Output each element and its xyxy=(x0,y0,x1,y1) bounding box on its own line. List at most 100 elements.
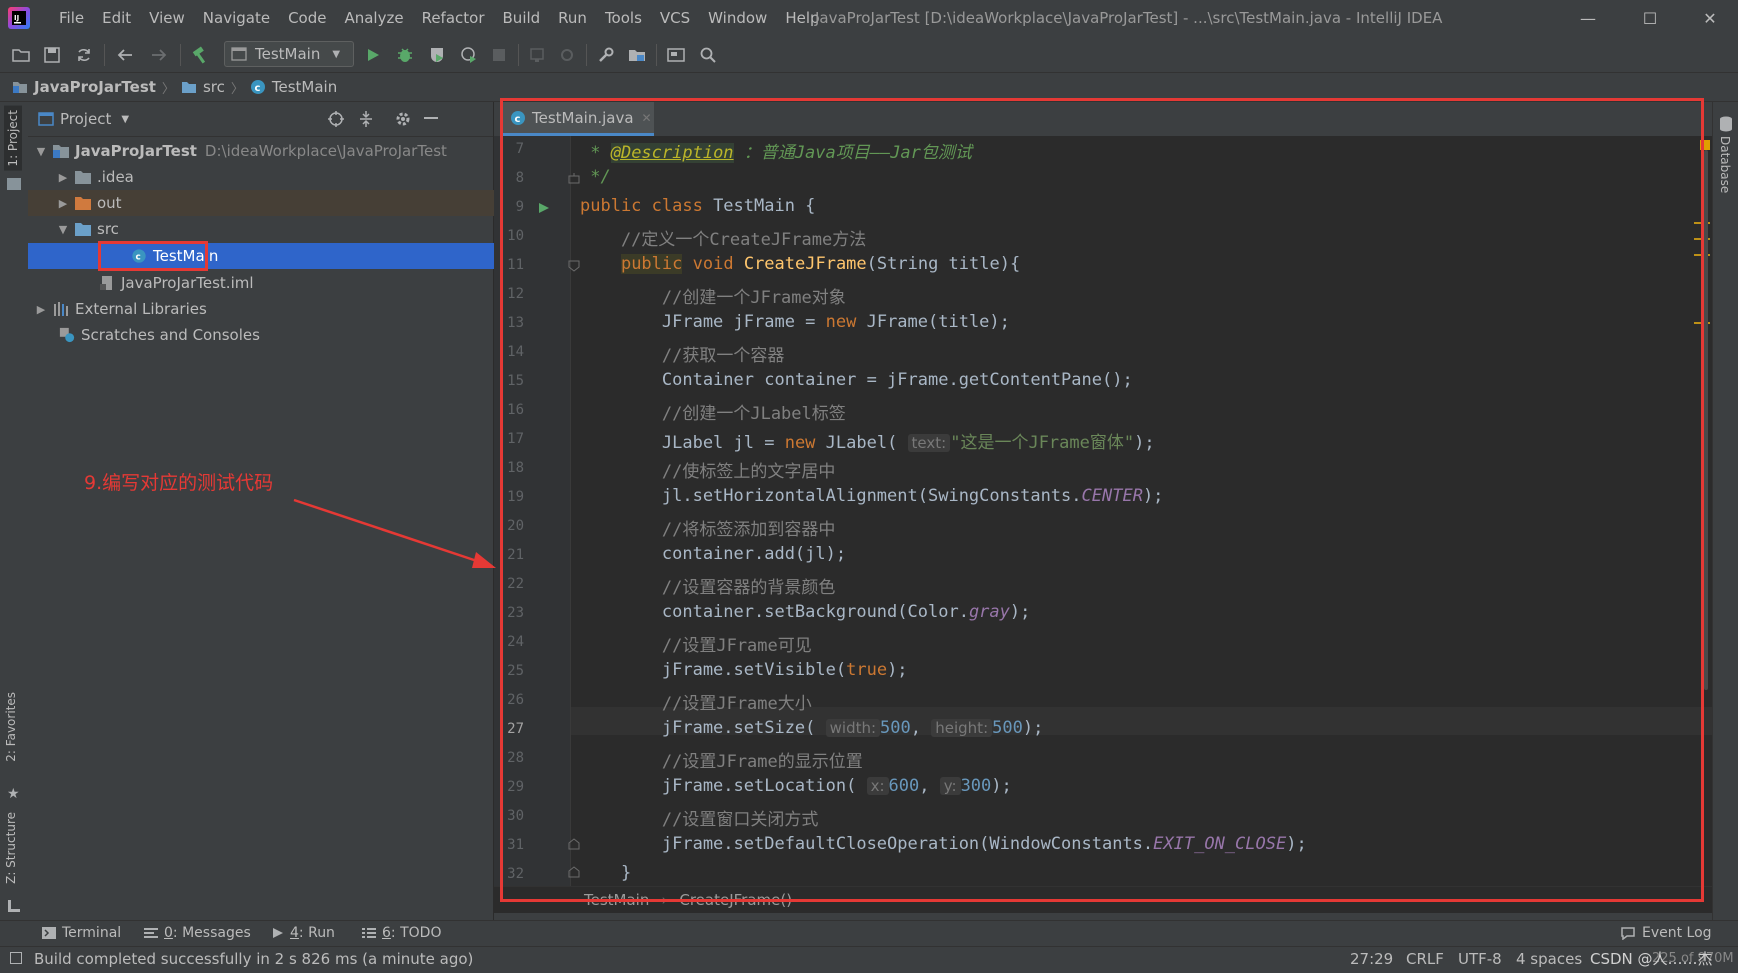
line-separator[interactable]: CRLF xyxy=(1406,946,1444,972)
messages-tool-tab[interactable]: 0: Messages xyxy=(144,920,251,946)
right-tool-stripe: Database xyxy=(1712,102,1738,920)
source-folder-icon xyxy=(75,223,91,236)
minimize-button[interactable]: — xyxy=(1560,0,1616,36)
menu-analyze[interactable]: Analyze xyxy=(335,9,412,27)
run-configuration-dropdown[interactable]: TestMain ▼ xyxy=(224,41,354,67)
scratches-icon xyxy=(59,327,75,343)
run-icon[interactable] xyxy=(362,44,384,66)
breadcrumb-project-label: JavaProJarTest xyxy=(34,78,156,96)
search-icon[interactable] xyxy=(697,44,719,66)
tree-item-iml[interactable]: JavaProJarTest.iml xyxy=(28,270,565,296)
menu-code[interactable]: Code xyxy=(279,9,335,27)
event-log-label: Event Log xyxy=(1642,925,1712,941)
excluded-folder-icon xyxy=(75,197,91,210)
menu-refactor[interactable]: Refactor xyxy=(413,9,494,27)
settings-wrench-icon[interactable] xyxy=(595,44,617,66)
tree-item-label: out xyxy=(97,194,122,212)
tree-item-out[interactable]: ▶ out xyxy=(28,190,521,216)
tree-item-external-libraries[interactable]: ▶ External Libraries xyxy=(28,296,499,322)
source-folder-icon xyxy=(181,81,196,93)
menu-run[interactable]: Run xyxy=(549,9,596,27)
project-structure-icon[interactable] xyxy=(626,44,648,66)
annotation-highlight-box xyxy=(500,98,1704,902)
breadcrumb-separator: 〉 xyxy=(230,81,244,97)
breadcrumb-testmain[interactable]: c TestMain xyxy=(250,78,337,96)
build-hammer-icon[interactable] xyxy=(189,44,211,66)
presentation-mode-icon[interactable] xyxy=(665,44,687,66)
chevron-down-icon: ▼ xyxy=(121,113,130,125)
menu-window[interactable]: Window xyxy=(699,9,776,27)
menu-tools[interactable]: Tools xyxy=(596,9,651,27)
svg-text:IJ: IJ xyxy=(14,14,19,22)
menu-edit[interactable]: Edit xyxy=(93,9,140,27)
file-encoding[interactable]: UTF-8 xyxy=(1458,946,1502,972)
run-tool-tab[interactable]: 4: Run xyxy=(272,920,335,946)
save-all-icon[interactable] xyxy=(41,44,63,66)
menu-navigate[interactable]: Navigate xyxy=(194,9,279,27)
locate-target-icon[interactable] xyxy=(327,110,345,128)
terminal-icon xyxy=(42,927,56,939)
run-shortcut-key: 4 xyxy=(290,925,299,941)
menu-build[interactable]: Build xyxy=(494,9,550,27)
menu-file[interactable]: File xyxy=(50,9,93,27)
main-menu: File Edit View Navigate Code Analyze Ref… xyxy=(50,0,829,36)
forward-arrow-icon[interactable] xyxy=(148,44,170,66)
bottom-tool-tabs xyxy=(0,920,1738,947)
collapsed-arrow-icon: ▶ xyxy=(58,196,68,210)
collapse-all-icon[interactable] xyxy=(358,110,374,128)
database-tool-tab[interactable]: Database xyxy=(1718,136,1732,193)
menu-view[interactable]: View xyxy=(140,9,194,27)
gear-icon[interactable] xyxy=(394,110,412,128)
project-folder-icon xyxy=(13,82,27,93)
project-tool-tab-label: 1: Project xyxy=(6,110,20,167)
tree-item-idea[interactable]: ▶ .idea xyxy=(28,164,521,190)
structure-tool-tab[interactable]: Z: Structure xyxy=(4,812,18,884)
maximize-button[interactable]: ☐ xyxy=(1622,0,1678,36)
breadcrumb-src[interactable]: src xyxy=(181,78,225,96)
caret-position[interactable]: 27:29 xyxy=(1350,946,1393,972)
terminal-tool-tab[interactable]: Terminal xyxy=(42,920,121,946)
event-log-tool-tab[interactable]: Event Log xyxy=(1620,920,1712,946)
tree-item-project-root[interactable]: ▼ JavaProJarTest D:\ideaWorkplace\JavaPr… xyxy=(28,138,499,164)
menu-vcs[interactable]: VCS xyxy=(651,9,699,27)
tree-item-label: External Libraries xyxy=(75,300,207,318)
status-message[interactable]: Build completed successfully in 2 s 826 … xyxy=(34,946,473,972)
close-button[interactable]: ✕ xyxy=(1682,0,1738,36)
minimize-panel-icon[interactable] xyxy=(424,117,438,119)
breadcrumb-testmain-label: TestMain xyxy=(271,78,338,96)
profile-icon[interactable] xyxy=(458,44,480,66)
tree-item-label: Scratches and Consoles xyxy=(81,326,260,344)
breadcrumb-separator: 〉 xyxy=(161,81,175,97)
tree-item-scratches[interactable]: Scratches and Consoles xyxy=(28,322,519,348)
back-arrow-icon[interactable] xyxy=(114,44,136,66)
toolbar-separator xyxy=(180,44,181,66)
svg-text:c: c xyxy=(254,83,260,94)
debug-bug-icon[interactable] xyxy=(394,44,416,66)
module-file-icon xyxy=(100,276,112,290)
toolbar-separator xyxy=(518,44,519,66)
project-tool-tab[interactable]: 1: Project xyxy=(4,106,22,171)
favorites-tool-tab[interactable]: 2: Favorites xyxy=(4,692,18,762)
attach-debugger-icon[interactable] xyxy=(526,44,548,66)
todo-tool-tab[interactable]: 6: TODO xyxy=(362,920,441,946)
indent-setting[interactable]: 4 spaces xyxy=(1516,946,1582,972)
synchronize-icon[interactable] xyxy=(73,44,95,66)
project-view-title: Project xyxy=(60,110,112,128)
todo-tool-tab-label: : TODO xyxy=(390,925,442,941)
messages-shortcut-key: 0 xyxy=(164,925,173,941)
open-folder-icon[interactable] xyxy=(10,44,32,66)
tree-item-src[interactable]: ▼ src xyxy=(28,216,521,242)
database-icon xyxy=(1719,116,1733,132)
toggle-tool-windows-icon[interactable] xyxy=(10,952,22,964)
coverage-settings-icon[interactable] xyxy=(556,44,578,66)
folder-icon xyxy=(75,171,91,184)
breadcrumb-project[interactable]: JavaProJarTest xyxy=(12,78,156,96)
stop-icon[interactable] xyxy=(488,44,510,66)
editor-scrollbar[interactable] xyxy=(1704,150,1708,690)
favorites-tool-tab-label: 2: Favorites xyxy=(4,692,18,762)
structure-tool-tab-label: Z: Structure xyxy=(4,812,18,884)
left-tool-stripe: 1: Project 2: Favorites ★ Z: Structure xyxy=(0,102,29,920)
run-with-coverage-icon[interactable] xyxy=(426,44,448,66)
project-view-selector[interactable]: Project ▼ xyxy=(38,110,129,128)
project-panel-header: Project ▼ xyxy=(28,102,493,137)
